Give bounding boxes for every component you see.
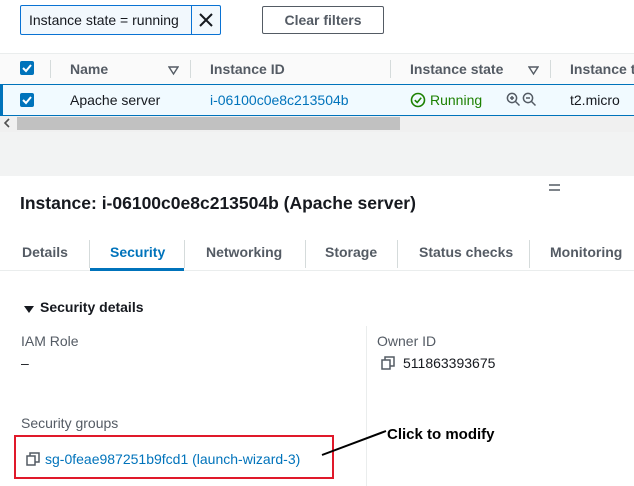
tab-storage[interactable]: Storage [325,244,377,260]
tab-details[interactable]: Details [22,244,68,260]
tab-security[interactable]: Security [110,244,165,260]
row-name: Apache server [70,92,161,108]
column-header-name[interactable]: Name [70,61,108,77]
close-icon[interactable] [196,9,216,31]
zoom-in-icon[interactable] [506,92,521,110]
column-separator [50,60,51,78]
tab-separator [305,240,306,268]
iam-role-value: – [21,355,29,371]
filter-token-text: Instance state = running [29,12,179,28]
tab-separator [184,240,185,268]
row-instance-id-link[interactable]: i-06100c0e8c213504b [210,92,349,108]
caret-down-icon[interactable] [24,301,34,313]
zoom-out-icon[interactable] [522,92,537,110]
detail-title: Instance: i-06100c0e8c213504b (Apache se… [20,193,416,213]
annotation-text: Click to modify [387,426,495,443]
check-circle-icon [410,92,426,111]
highlight-box [14,435,334,479]
row-state: Running [430,92,483,108]
row-instance-type: t2.micro [570,92,620,108]
scrollbar-thumb[interactable] [17,117,400,130]
token-divider [191,5,192,35]
column-header-instance-id[interactable]: Instance ID [210,61,285,77]
clear-filters-button[interactable]: Clear filters [262,6,384,34]
column-header-instance-type[interactable]: Instance t [570,61,634,77]
annotation-arrow [321,430,387,456]
scroll-left-icon[interactable] [3,117,11,132]
tab-status-checks[interactable]: Status checks [419,244,513,260]
column-header-instance-state[interactable]: Instance state [410,61,503,77]
owner-id-value: 511863393675 [403,355,496,371]
filter-icon[interactable] [167,63,180,79]
tab-networking[interactable]: Networking [206,244,282,260]
row-checkbox[interactable] [20,93,34,107]
iam-role-label: IAM Role [21,333,79,349]
copy-icon[interactable] [381,356,395,370]
column-separator [390,60,391,78]
section-title[interactable]: Security details [40,299,144,315]
tab-monitoring[interactable]: Monitoring [550,244,622,260]
column-separator [190,60,191,78]
column-separator [550,60,551,78]
drag-handle-icon[interactable] [548,180,561,191]
tab-separator [529,240,530,268]
filter-icon[interactable] [527,63,540,79]
column-divider [366,326,367,486]
owner-id-label: Owner ID [377,333,437,349]
select-all-checkbox[interactable] [20,61,34,75]
security-groups-label: Security groups [21,415,119,431]
panel-divider-band [0,132,634,176]
tab-separator [89,240,90,268]
tab-separator [397,240,398,268]
active-tab-indicator [90,268,184,271]
